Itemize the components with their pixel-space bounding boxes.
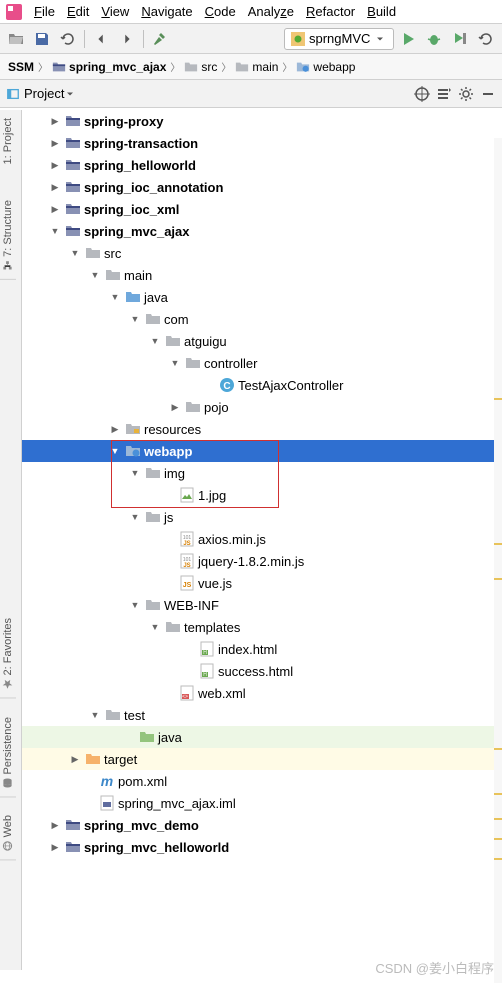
menu-navigate[interactable]: Navigate (141, 4, 192, 19)
editor-gutter (494, 138, 502, 983)
run-config-combo[interactable]: sprngMVC (284, 28, 394, 50)
crumb-root[interactable]: SSM (8, 60, 34, 74)
tree-item-1jpg[interactable]: 1.jpg (22, 484, 502, 506)
ij-logo-icon (6, 4, 22, 20)
profile-button[interactable] (474, 27, 498, 51)
tree-item-iml[interactable]: spring_mvc_ajax.iml (22, 792, 502, 814)
tree-item-resources[interactable]: ▶resources (22, 418, 502, 440)
tree-item-jquery[interactable]: jquery-1.8.2.min.js (22, 550, 502, 572)
tree-item-webapp[interactable]: ▼webapp (22, 440, 502, 462)
tree-item-pojo[interactable]: ▶pojo (22, 396, 502, 418)
menu-edit[interactable]: Edit (67, 4, 89, 19)
crumb-src[interactable]: src (184, 60, 217, 74)
save-button[interactable] (30, 27, 54, 51)
tree-item-axios[interactable]: axios.min.js (22, 528, 502, 550)
tree-item-spring-mvc-demo[interactable]: ▶spring_mvc_demo (22, 814, 502, 836)
separator (84, 30, 85, 48)
back-button[interactable] (89, 27, 113, 51)
menu-file[interactable]: File (34, 4, 55, 19)
crumb-main[interactable]: main (235, 60, 278, 74)
tree-item-atguigu[interactable]: ▼atguigu (22, 330, 502, 352)
tree-item-main[interactable]: ▼main (22, 264, 502, 286)
menu-code[interactable]: Code (205, 4, 236, 19)
separator (143, 30, 144, 48)
menubar: File Edit View Navigate Code Analyze Ref… (0, 0, 502, 24)
chevron-right-icon: 〉 (221, 59, 231, 74)
open-button[interactable] (4, 27, 28, 51)
tree-item-js[interactable]: ▼js (22, 506, 502, 528)
tree-item-spring-mvc-helloworld[interactable]: ▶spring_mvc_helloworld (22, 836, 502, 858)
build-button[interactable] (148, 27, 172, 51)
tree-item-index-html[interactable]: index.html (22, 638, 502, 660)
project-title[interactable]: Project (24, 86, 64, 101)
tree-item-spring-helloworld[interactable]: ▶spring_helloworld (22, 154, 502, 176)
tree-item-pom[interactable]: pom.xml (22, 770, 502, 792)
app-icon (291, 32, 305, 46)
crumb-module[interactable]: spring_mvc_ajax (52, 60, 166, 74)
tree-item-spring-mvc-ajax[interactable]: ▼spring_mvc_ajax (22, 220, 502, 242)
menu-refactor[interactable]: Refactor (306, 4, 355, 19)
tree-item-webinf[interactable]: ▼WEB-INF (22, 594, 502, 616)
tree-item-src[interactable]: ▼src (22, 242, 502, 264)
tree-item-test-java[interactable]: java (22, 726, 502, 748)
gear-icon[interactable] (458, 86, 474, 102)
tree-item-img[interactable]: ▼img (22, 462, 502, 484)
toolbar: sprngMVC (0, 24, 502, 54)
run-config-label: sprngMVC (309, 31, 370, 46)
tree-item-spring-ioc-annotation[interactable]: ▶spring_ioc_annotation (22, 176, 502, 198)
tree-item-test[interactable]: ▼test (22, 704, 502, 726)
tree-item-web-xml[interactable]: web.xml (22, 682, 502, 704)
project-tree[interactable]: ▶spring-proxy ▶spring-transaction ▶sprin… (22, 110, 502, 983)
breadcrumb: SSM 〉 spring_mvc_ajax 〉 src 〉 main 〉 web… (0, 54, 502, 80)
side-tool-tabs: 1: Project 7: Structure 2: Favorites Per… (0, 110, 22, 970)
tree-item-controller[interactable]: ▼controller (22, 352, 502, 374)
tree-item-java[interactable]: ▼java (22, 286, 502, 308)
tree-item-spring-ioc-xml[interactable]: ▶spring_ioc_xml (22, 198, 502, 220)
tree-item-vue[interactable]: vue.js (22, 572, 502, 594)
watermark: CSDN @姜小白程序 (375, 958, 494, 977)
project-tool-header: Project (0, 80, 502, 108)
run-button[interactable] (396, 27, 420, 51)
side-tab-favorites[interactable]: 2: Favorites (0, 610, 16, 698)
debug-button[interactable] (422, 27, 446, 51)
side-tab-structure[interactable]: 7: Structure (0, 192, 16, 280)
tree-item-target[interactable]: ▶target (22, 748, 502, 770)
crumb-webapp[interactable]: webapp (296, 60, 355, 74)
chevron-right-icon: 〉 (282, 59, 292, 74)
chevron-right-icon: 〉 (170, 59, 180, 74)
tree-item-com[interactable]: ▼com (22, 308, 502, 330)
side-tab-project[interactable]: 1: Project (0, 110, 16, 172)
project-icon (6, 87, 20, 101)
menu-analyze[interactable]: Analyze (248, 4, 294, 19)
refresh-button[interactable] (56, 27, 80, 51)
side-tab-persistence[interactable]: Persistence (0, 709, 16, 797)
tree-item-templates[interactable]: ▼templates (22, 616, 502, 638)
chevron-right-icon: 〉 (38, 59, 48, 74)
menu-view[interactable]: View (101, 4, 129, 19)
chevron-down-icon[interactable] (64, 88, 76, 100)
collapse-icon[interactable] (436, 86, 452, 102)
chevron-down-icon (374, 33, 386, 45)
coverage-button[interactable] (448, 27, 472, 51)
locate-icon[interactable] (414, 86, 430, 102)
hide-icon[interactable] (480, 86, 496, 102)
tree-item-spring-proxy[interactable]: ▶spring-proxy (22, 110, 502, 132)
side-tab-web[interactable]: Web (0, 807, 16, 860)
forward-button[interactable] (115, 27, 139, 51)
menu-build[interactable]: Build (367, 4, 396, 19)
tree-item-testajaxcontroller[interactable]: TestAjaxController (22, 374, 502, 396)
tree-item-spring-transaction[interactable]: ▶spring-transaction (22, 132, 502, 154)
tree-item-success-html[interactable]: success.html (22, 660, 502, 682)
